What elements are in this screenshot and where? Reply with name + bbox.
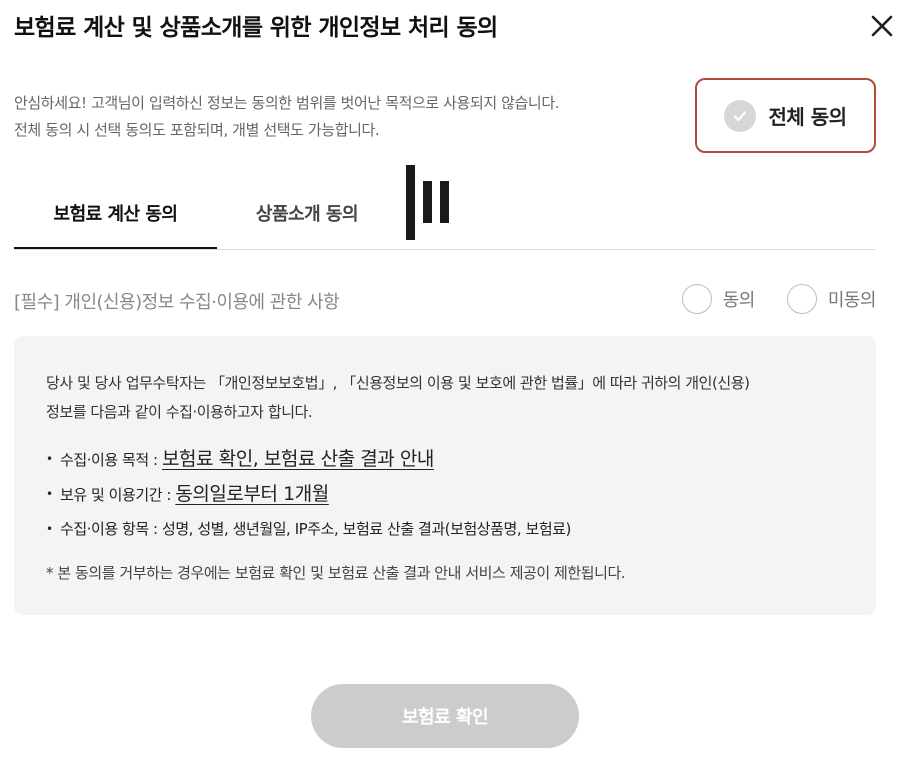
- list-item-fields: 수집·이용 항목 : 성명, 성별, 생년월일, IP주소, 보험료 산출 결과…: [46, 512, 846, 546]
- disagree-radio[interactable]: 미동의: [786, 284, 877, 314]
- text-cursor-icon: [406, 165, 451, 240]
- intro-text: 안심하세요! 고객님이 입력하신 정보는 동의한 범위를 벗어난 목적으로 사용…: [14, 90, 560, 144]
- agree-all-button[interactable]: 전체 동의: [695, 78, 876, 153]
- notice-line-1: 당사 및 당사 업무수탁자는 「개인정보보호법」, 「신용정보의 이용 및 보호…: [46, 374, 750, 392]
- tab-premium-calculation[interactable]: 보험료 계산 동의: [14, 191, 217, 249]
- disagree-radio-label: 미동의: [827, 290, 877, 311]
- list-item-purpose: 수집·이용 목적 : 보험료 확인, 보험료 산출 결과 안내: [46, 442, 846, 477]
- check-circle-icon: [724, 99, 757, 132]
- section-title: [필수] 개인(신용)정보 수집·이용에 관한 사항: [14, 292, 340, 313]
- dialog-title: 보험료 계산 및 상품소개를 위한 개인정보 처리 동의: [14, 15, 498, 41]
- intro-line-1: 안심하세요! 고객님이 입력하신 정보는 동의한 범위를 벗어난 목적으로 사용…: [14, 94, 560, 112]
- list-item-retention: 보유 및 이용기간 : 동의일로부터 1개월: [46, 477, 846, 512]
- consent-radio-group: 동의 미동의: [681, 284, 877, 314]
- item-value: 성명, 성별, 생년월일, IP주소, 보험료 산출 결과(보험상품명, 보험료…: [161, 520, 571, 538]
- footnote: * 본 동의를 거부하는 경우에는 보험료 확인 및 보험료 산출 결과 안내 …: [46, 564, 626, 582]
- confirm-premium-button[interactable]: 보험료 확인: [311, 684, 579, 748]
- close-button[interactable]: [866, 10, 898, 42]
- item-label: 수집·이용 항목 :: [60, 520, 162, 538]
- consent-tabs: 보험료 계산 동의 상품소개 동의: [14, 165, 876, 250]
- consent-details-panel: 당사 및 당사 업무수탁자는 「개인정보보호법」, 「신용정보의 이용 및 보호…: [14, 336, 876, 615]
- item-value: 동의일로부터 1개월: [175, 483, 329, 505]
- agree-radio[interactable]: 동의: [681, 284, 756, 314]
- tab-product-introduction[interactable]: 상품소개 동의: [232, 191, 382, 249]
- radio-circle-icon: [681, 284, 712, 314]
- agree-all-label: 전체 동의: [768, 105, 847, 129]
- item-value: 보험료 확인, 보험료 산출 결과 안내: [161, 448, 434, 470]
- notice-line-2: 정보를 다음과 같이 수집·이용하고자 합니다.: [46, 403, 313, 421]
- notice-text: 당사 및 당사 업무수탁자는 「개인정보보호법」, 「신용정보의 이용 및 보호…: [46, 369, 846, 427]
- item-label: 수집·이용 목적 :: [60, 451, 162, 469]
- item-label: 보유 및 이용기간 :: [60, 486, 176, 504]
- close-icon: [871, 15, 893, 37]
- intro-line-2: 전체 동의 시 선택 동의도 포함되며, 개별 선택도 가능합니다.: [14, 121, 380, 139]
- agree-radio-label: 동의: [722, 290, 756, 311]
- radio-circle-icon: [786, 284, 817, 314]
- required-consent-row: [필수] 개인(신용)정보 수집·이용에 관한 사항 동의 미동의: [14, 284, 877, 318]
- consent-items-list: 수집·이용 목적 : 보험료 확인, 보험료 산출 결과 안내 보유 및 이용기…: [46, 442, 846, 546]
